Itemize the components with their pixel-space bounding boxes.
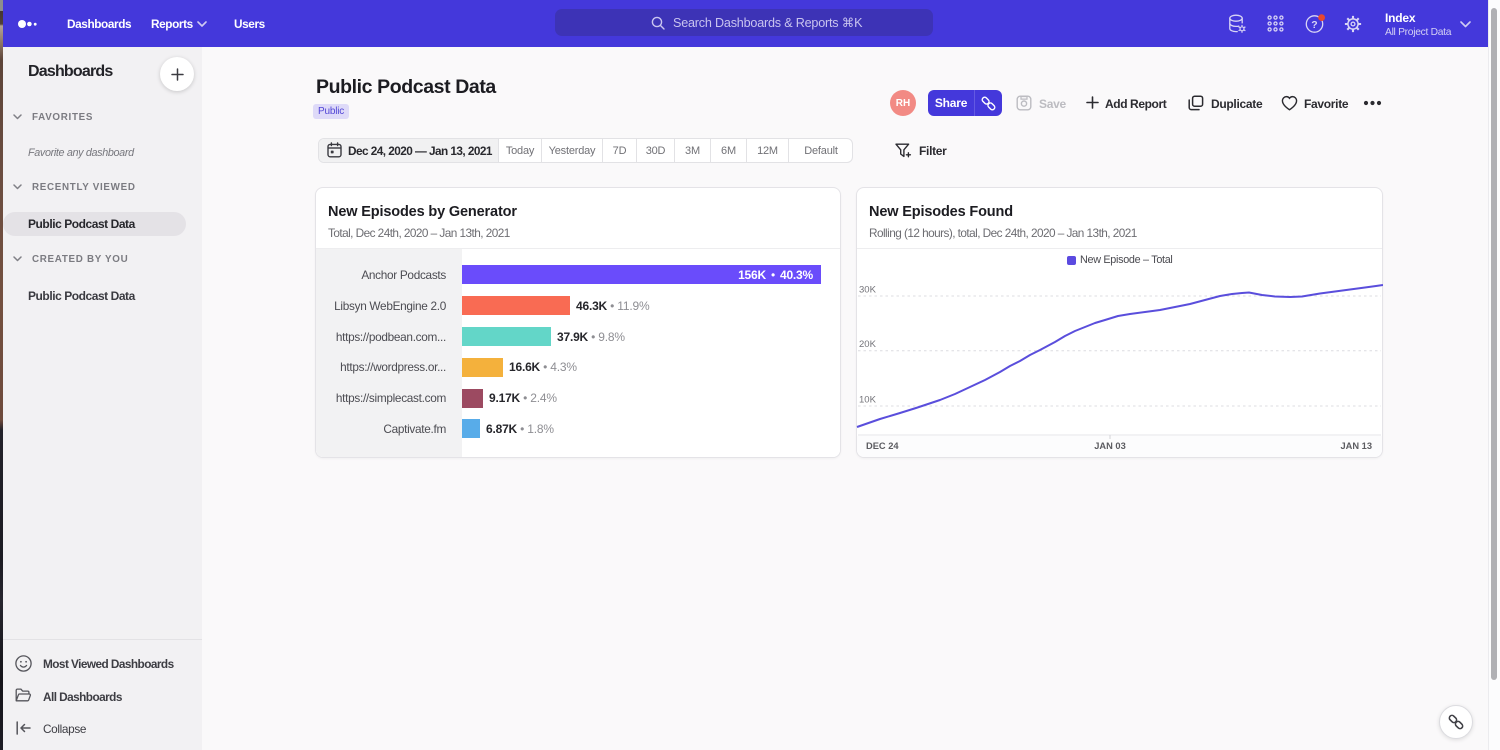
svg-text:?: ?	[1311, 19, 1317, 31]
svg-text:JAN 03: JAN 03	[1094, 441, 1126, 451]
svg-text:30K: 30K	[859, 285, 877, 296]
svg-text:JAN 13: JAN 13	[1340, 441, 1372, 451]
svg-text:DEC 24: DEC 24	[866, 441, 899, 451]
svg-text:20K: 20K	[859, 339, 877, 350]
svg-text:10K: 10K	[859, 395, 877, 406]
